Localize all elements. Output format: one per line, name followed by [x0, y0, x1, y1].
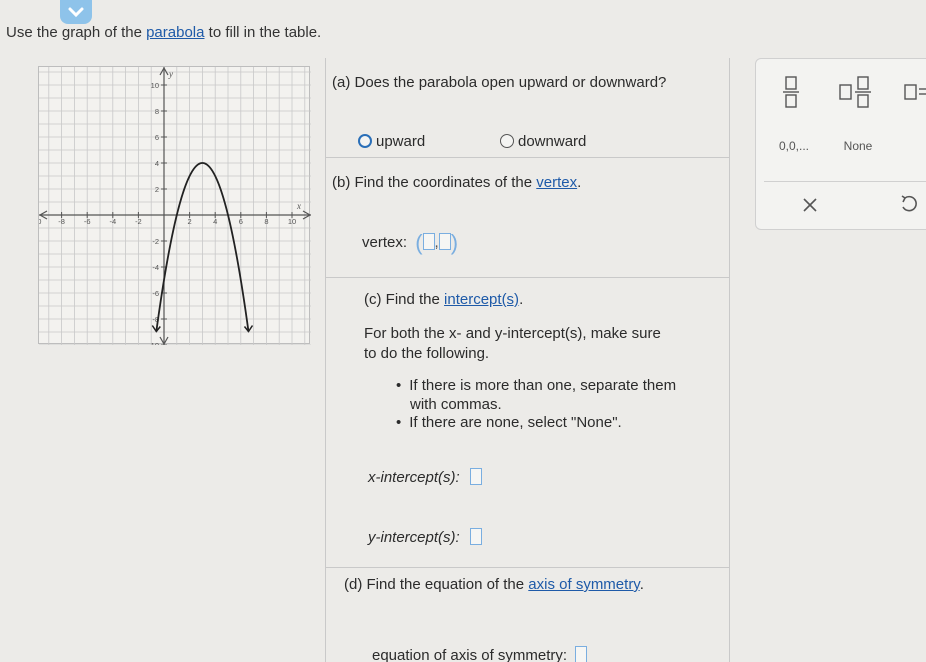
- y-tick-label: -2: [152, 237, 159, 246]
- x-tick-label: 2: [188, 217, 192, 226]
- x-tick-label: -6: [84, 217, 91, 226]
- none-button[interactable]: None: [836, 135, 880, 157]
- x-tick-label: 8: [264, 217, 268, 226]
- part-c-section: (c) Find the intercept(s). For both the …: [326, 278, 729, 568]
- close-icon: [803, 198, 817, 212]
- undo-button[interactable]: [894, 189, 924, 219]
- bullet-1-line-2: with commas.: [410, 396, 502, 413]
- intro-text: Use the graph of the: [6, 24, 147, 41]
- bullet-2-text: If there are none, select "None".: [409, 414, 622, 431]
- radio-downward[interactable]: downward: [500, 133, 586, 150]
- paren-close: ): [450, 230, 459, 255]
- equation-icon: [904, 84, 926, 100]
- x-tick-label: 4: [213, 217, 217, 226]
- vertex-y-input[interactable]: [438, 233, 451, 250]
- vertex-row: vertex: (,): [362, 230, 458, 256]
- y-tick-label: 2: [155, 185, 159, 194]
- part-d-question: (d) Find the equation of the axis of sym…: [344, 576, 644, 593]
- part-c-question: (c) Find the intercept(s).: [364, 291, 523, 308]
- y-tick-label: -10: [148, 341, 159, 345]
- part-b-end: .: [577, 174, 582, 191]
- bullet-1: • If there is more than one, separate the…: [396, 377, 677, 413]
- y-intercept-row: y-intercept(s):: [368, 528, 482, 546]
- list-button[interactable]: 0,0,...: [766, 135, 822, 157]
- y-tick-label: -6: [152, 289, 159, 298]
- axis-label: equation of axis of symmetry:: [372, 647, 568, 662]
- vertex-link[interactable]: vertex: [536, 174, 577, 191]
- x-tick-label: -2: [135, 217, 142, 226]
- parabola-graph: -10-8-6-4-2246810108642-2-4-6-8-10xy: [31, 66, 312, 350]
- instr-line-2: to do the following.: [364, 345, 490, 362]
- part-a-section: (a) Does the parabola open upward or dow…: [326, 58, 729, 158]
- y-tick-label: -4: [152, 263, 159, 272]
- axis-input[interactable]: [575, 646, 588, 662]
- y-tick-label: 6: [155, 133, 159, 142]
- axis-of-symmetry-link[interactable]: axis of symmetry: [528, 576, 639, 593]
- radio-circle-downward[interactable]: [500, 134, 514, 148]
- bullet-1-line-1: If there is more than one, separate them: [409, 377, 677, 394]
- x-tick-label: -10: [39, 217, 41, 226]
- y-tick-label: 8: [155, 107, 159, 116]
- toolbar-divider: [764, 181, 926, 182]
- x-axis-label: x: [296, 201, 301, 211]
- mixed-number-button[interactable]: [836, 73, 876, 111]
- part-b-text: (b) Find the coordinates of the: [332, 174, 537, 191]
- y-axis-label: y: [168, 69, 173, 79]
- math-toolbar: 0,0,... None: [755, 58, 926, 230]
- paren-open: (: [415, 230, 423, 255]
- part-d-end: .: [639, 576, 644, 593]
- x-intercept-row: x-intercept(s):: [368, 468, 482, 486]
- y-tick-label: 4: [155, 159, 159, 168]
- intercepts-link[interactable]: intercept(s): [444, 291, 519, 308]
- part-c-instructions: For both the x- and y-intercept(s), make…: [364, 324, 661, 364]
- downward-label: downward: [518, 133, 587, 150]
- undo-icon: [901, 195, 917, 212]
- part-d-text: (d) Find the equation of the: [344, 576, 529, 593]
- intro-text-end: to fill in the table.: [204, 24, 322, 41]
- radio-circle-upward[interactable]: [358, 134, 372, 148]
- x-intercept-input[interactable]: [469, 468, 482, 485]
- fraction-icon: [783, 76, 799, 108]
- collapse-chevron-button[interactable]: [60, 0, 92, 24]
- chevron-down-icon: [68, 7, 84, 18]
- x-tick-label: -4: [109, 217, 116, 226]
- instructions: Use the graph of the parabola to fill in…: [6, 24, 321, 41]
- radio-upward[interactable]: upward: [358, 133, 425, 150]
- upward-label: upward: [376, 133, 426, 150]
- part-a-question: (a) Does the parabola open upward or dow…: [332, 74, 667, 91]
- x-intercept-label: x-intercept(s):: [368, 469, 460, 486]
- bullet-2: • If there are none, select "None".: [396, 414, 622, 431]
- graph-canvas: -10-8-6-4-2246810108642-2-4-6-8-10xy: [31, 66, 312, 350]
- instr-line-1: For both the x- and y-intercept(s), make…: [364, 325, 661, 342]
- x-tick-label: 6: [239, 217, 243, 226]
- clear-button[interactable]: [796, 191, 824, 219]
- x-tick-label: -8: [58, 217, 65, 226]
- y-intercept-label: y-intercept(s):: [368, 529, 460, 546]
- part-b-section: (b) Find the coordinates of the vertex. …: [326, 158, 729, 278]
- part-c-text: (c) Find the: [364, 291, 445, 308]
- y-tick-label: 10: [151, 81, 159, 90]
- axis-row: equation of axis of symmetry:: [372, 646, 588, 662]
- equation-button[interactable]: [902, 73, 926, 111]
- part-d-section: (d) Find the equation of the axis of sym…: [326, 568, 729, 662]
- fraction-button[interactable]: [774, 73, 808, 111]
- y-intercept-input[interactable]: [469, 528, 482, 545]
- part-c-end: .: [519, 291, 524, 308]
- vertex-label: vertex:: [362, 234, 408, 251]
- x-tick-label: 10: [288, 217, 296, 226]
- parabola-link[interactable]: parabola: [146, 24, 204, 41]
- vertex-x-input[interactable]: [422, 233, 435, 250]
- question-panel: (a) Does the parabola open upward or dow…: [325, 58, 730, 662]
- mixed-number-icon: [839, 76, 871, 108]
- part-b-question: (b) Find the coordinates of the vertex.: [332, 174, 581, 191]
